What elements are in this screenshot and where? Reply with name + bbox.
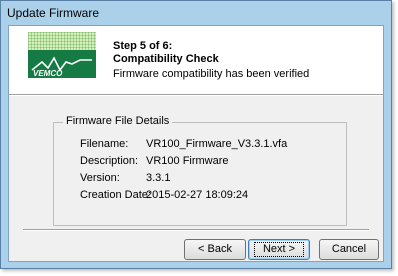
title-bar[interactable]: Update Firmware: [1, 1, 391, 25]
cancel-button[interactable]: Cancel: [319, 239, 379, 260]
wizard-body: VEMCO Step 5 of 6: Compatibility Check F…: [8, 25, 384, 262]
next-button-label: Next >: [253, 242, 305, 257]
footer-divider: [23, 229, 369, 231]
vemco-logo: VEMCO: [28, 32, 96, 78]
update-firmware-window: Update Firmware VEMCO Step 5 of 6: Compa…: [0, 0, 392, 269]
wizard-header: VEMCO Step 5 of 6: Compatibility Check F…: [9, 26, 383, 94]
step-description: Firmware compatibility has been verified: [113, 68, 310, 80]
filename-value: VR100_Firmware_V3.3.1.vfa: [146, 138, 288, 150]
filename-label: Filename:: [80, 138, 129, 150]
header-divider: [9, 94, 383, 96]
group-label: Firmware File Details: [63, 115, 173, 127]
back-button[interactable]: < Back: [184, 239, 246, 260]
description-value: VR100 Firmware: [146, 155, 229, 167]
step-indicator: Step 5 of 6:: [113, 40, 173, 52]
logo-text: VEMCO: [33, 69, 63, 78]
creation-date-label: Creation Date:: [80, 189, 151, 201]
step-heading: Compatibility Check: [113, 53, 219, 65]
version-label: Version:: [80, 172, 120, 184]
creation-date-value: 2015-02-27 18:09:24: [146, 189, 249, 201]
window-title: Update Firmware: [7, 6, 100, 20]
next-button[interactable]: Next >: [248, 239, 310, 260]
description-label: Description:: [80, 155, 139, 167]
version-value: 3.3.1: [146, 172, 171, 184]
